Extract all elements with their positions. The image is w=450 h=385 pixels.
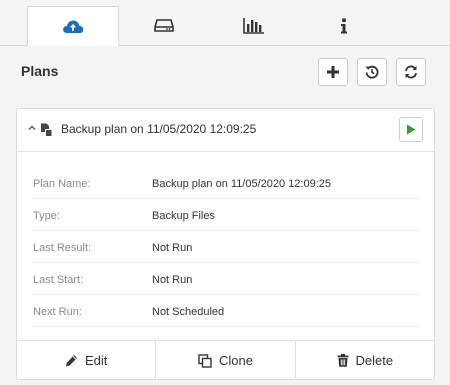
detail-label: Plan Name: <box>33 178 91 190</box>
edit-button[interactable]: Edit <box>17 341 155 380</box>
detail-row-last-start: Last Start: Not Run <box>31 263 419 295</box>
bar-chart-icon <box>243 17 264 34</box>
info-icon <box>341 17 347 33</box>
hard-drive-icon <box>154 19 174 32</box>
delete-label: Delete <box>355 353 394 368</box>
detail-row-last-result: Last Result: Not Run <box>31 231 419 263</box>
detail-row-type: Type: Backup Files <box>31 199 419 231</box>
edit-label: Edit <box>84 353 108 368</box>
detail-label: Last Start: <box>33 274 84 286</box>
clone-icon <box>198 353 212 368</box>
plan-card-header[interactable]: Backup plan on 11/05/2020 12:09:25 <box>17 109 434 152</box>
tab-reports[interactable] <box>209 6 299 45</box>
plan-card: Backup plan on 11/05/2020 12:09:25 Plan … <box>16 108 435 380</box>
file-icon <box>41 123 53 137</box>
clone-button[interactable]: Clone <box>155 341 294 380</box>
detail-value: Backup plan on 11/05/2020 12:09:25 <box>152 178 332 190</box>
detail-value: Not Run <box>152 242 193 254</box>
chevron-up-icon[interactable] <box>28 123 36 133</box>
detail-row-next-run: Next Run: Not Scheduled <box>31 295 419 327</box>
plans-header: Plans <box>0 46 450 98</box>
tab-bar <box>0 0 450 46</box>
refresh-button[interactable] <box>396 58 426 86</box>
refresh-icon <box>405 65 417 79</box>
detail-label: Last Result: <box>33 242 92 254</box>
delete-button[interactable]: Delete <box>294 341 434 380</box>
add-plan-button[interactable] <box>318 58 348 86</box>
plus-icon <box>327 66 339 78</box>
plan-title[interactable]: Backup plan on 11/05/2020 12:09:25 <box>61 122 256 136</box>
plan-card-footer: Edit Clone Delete <box>17 340 434 380</box>
detail-row-plan-name: Plan Name: Backup plan on 11/05/2020 12:… <box>31 167 419 199</box>
trash-icon <box>337 354 349 367</box>
detail-value: Backup Files <box>152 210 215 222</box>
page-title: Plans <box>21 63 59 79</box>
pencil-icon <box>65 355 77 367</box>
detail-label: Type: <box>33 210 60 222</box>
detail-value: Not Scheduled <box>152 306 225 318</box>
play-icon <box>407 124 416 135</box>
plan-details: Plan Name: Backup plan on 11/05/2020 12:… <box>31 167 419 327</box>
tab-info[interactable] <box>299 6 389 45</box>
cloud-upload-icon <box>63 20 84 33</box>
history-button[interactable] <box>357 58 387 86</box>
detail-label: Next Run: <box>33 306 82 318</box>
run-plan-button[interactable] <box>399 117 423 142</box>
tab-storage[interactable] <box>119 6 209 45</box>
clone-label: Clone <box>219 353 253 368</box>
detail-value: Not Run <box>152 274 193 286</box>
history-icon <box>365 65 379 79</box>
tab-plans[interactable] <box>27 6 119 46</box>
